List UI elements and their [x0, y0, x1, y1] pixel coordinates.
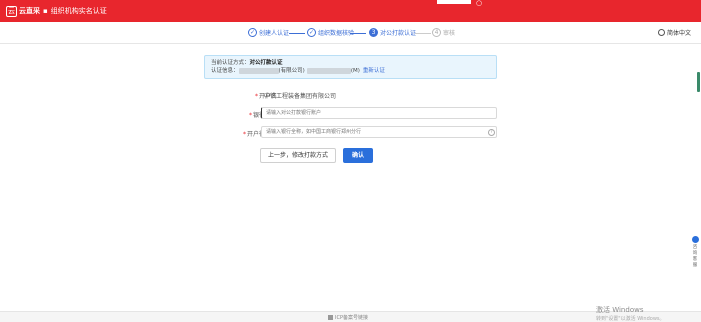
language-switch[interactable]: 简体中文: [657, 28, 691, 37]
header-separator: ▪: [43, 7, 48, 15]
scrollbar-thumb[interactable]: [697, 72, 700, 92]
step-bar: ✓ 创建人认证 ✓ 组织数据核验 3 对公打款认证 4 审核 简体中文: [0, 22, 701, 44]
windows-activation-watermark: 激活 Windows: [596, 306, 644, 314]
step-connector: [289, 33, 305, 34]
record-icon: [328, 315, 333, 320]
check-icon: ✓: [248, 28, 257, 37]
footer-text: ICP备案号链接: [335, 315, 368, 321]
step-org-verify: ✓ 组织数据核验: [307, 28, 354, 37]
auth-method-label: 当前认证方式：: [211, 60, 250, 66]
step-number-icon: 4: [432, 28, 441, 37]
confirm-button[interactable]: 确认: [343, 148, 373, 163]
step-number-icon: 3: [369, 28, 378, 37]
page-title: 组织机构实名认证: [50, 7, 107, 15]
reauth-link[interactable]: 重新认证: [363, 67, 385, 75]
auth-info-label: 认证信息：: [211, 68, 239, 74]
customer-service-widget[interactable]: 咨询客服: [690, 236, 700, 272]
top-header-bar: 云 云直采 ▪ 组织机构实名认证 ○: [0, 0, 701, 22]
customer-service-label: 咨询客服: [692, 245, 698, 268]
step-label: 对公打款认证: [380, 30, 417, 37]
auth-notice: 当前认证方式： 对公打款认证 认证信息： (有限公司) (M) 重新认证: [204, 55, 497, 79]
auth-method-value: 对公打款认证: [249, 60, 283, 66]
step-connector: [350, 33, 366, 34]
bank-branch-input[interactable]: [261, 126, 497, 138]
language-label: 简体中文: [666, 30, 691, 37]
redacted-text: [238, 68, 279, 74]
account-name-value: 中铁工程装备集团有限公司: [264, 93, 337, 100]
step-label: 审核: [443, 30, 456, 37]
headset-icon: [691, 236, 699, 243]
auth-info-company: (有限公司): [278, 68, 305, 74]
windows-activation-subtext: 转到"设置"以激活 Windows。: [596, 316, 665, 322]
app-logo[interactable]: 云 云直采 ▪ 组织机构实名认证: [6, 5, 107, 17]
help-icon[interactable]: ?: [488, 129, 495, 136]
header-circle-icon[interactable]: ○: [476, 0, 482, 7]
step-label: 创建人认证: [259, 30, 290, 37]
auth-info-suffix: (M): [350, 68, 360, 74]
logo-icon: 云: [6, 5, 17, 17]
footer-record[interactable]: ICP备案号链接: [328, 314, 368, 321]
previous-step-button[interactable]: 上一步，修改打款方式: [260, 148, 336, 163]
redacted-text: [306, 68, 351, 74]
logo-text: 云直采: [19, 7, 40, 15]
step-review: 4 审核: [432, 28, 455, 37]
step-connector: [415, 33, 431, 34]
step-label: 组织数据核验: [318, 30, 355, 37]
globe-icon: [657, 29, 665, 36]
step-create-person: ✓ 创建人认证: [248, 28, 289, 37]
header-search-stub[interactable]: [437, 0, 471, 4]
step-bank-transfer: 3 对公打款认证: [369, 28, 416, 37]
check-icon: ✓: [307, 28, 316, 37]
bank-account-input[interactable]: [261, 107, 497, 119]
